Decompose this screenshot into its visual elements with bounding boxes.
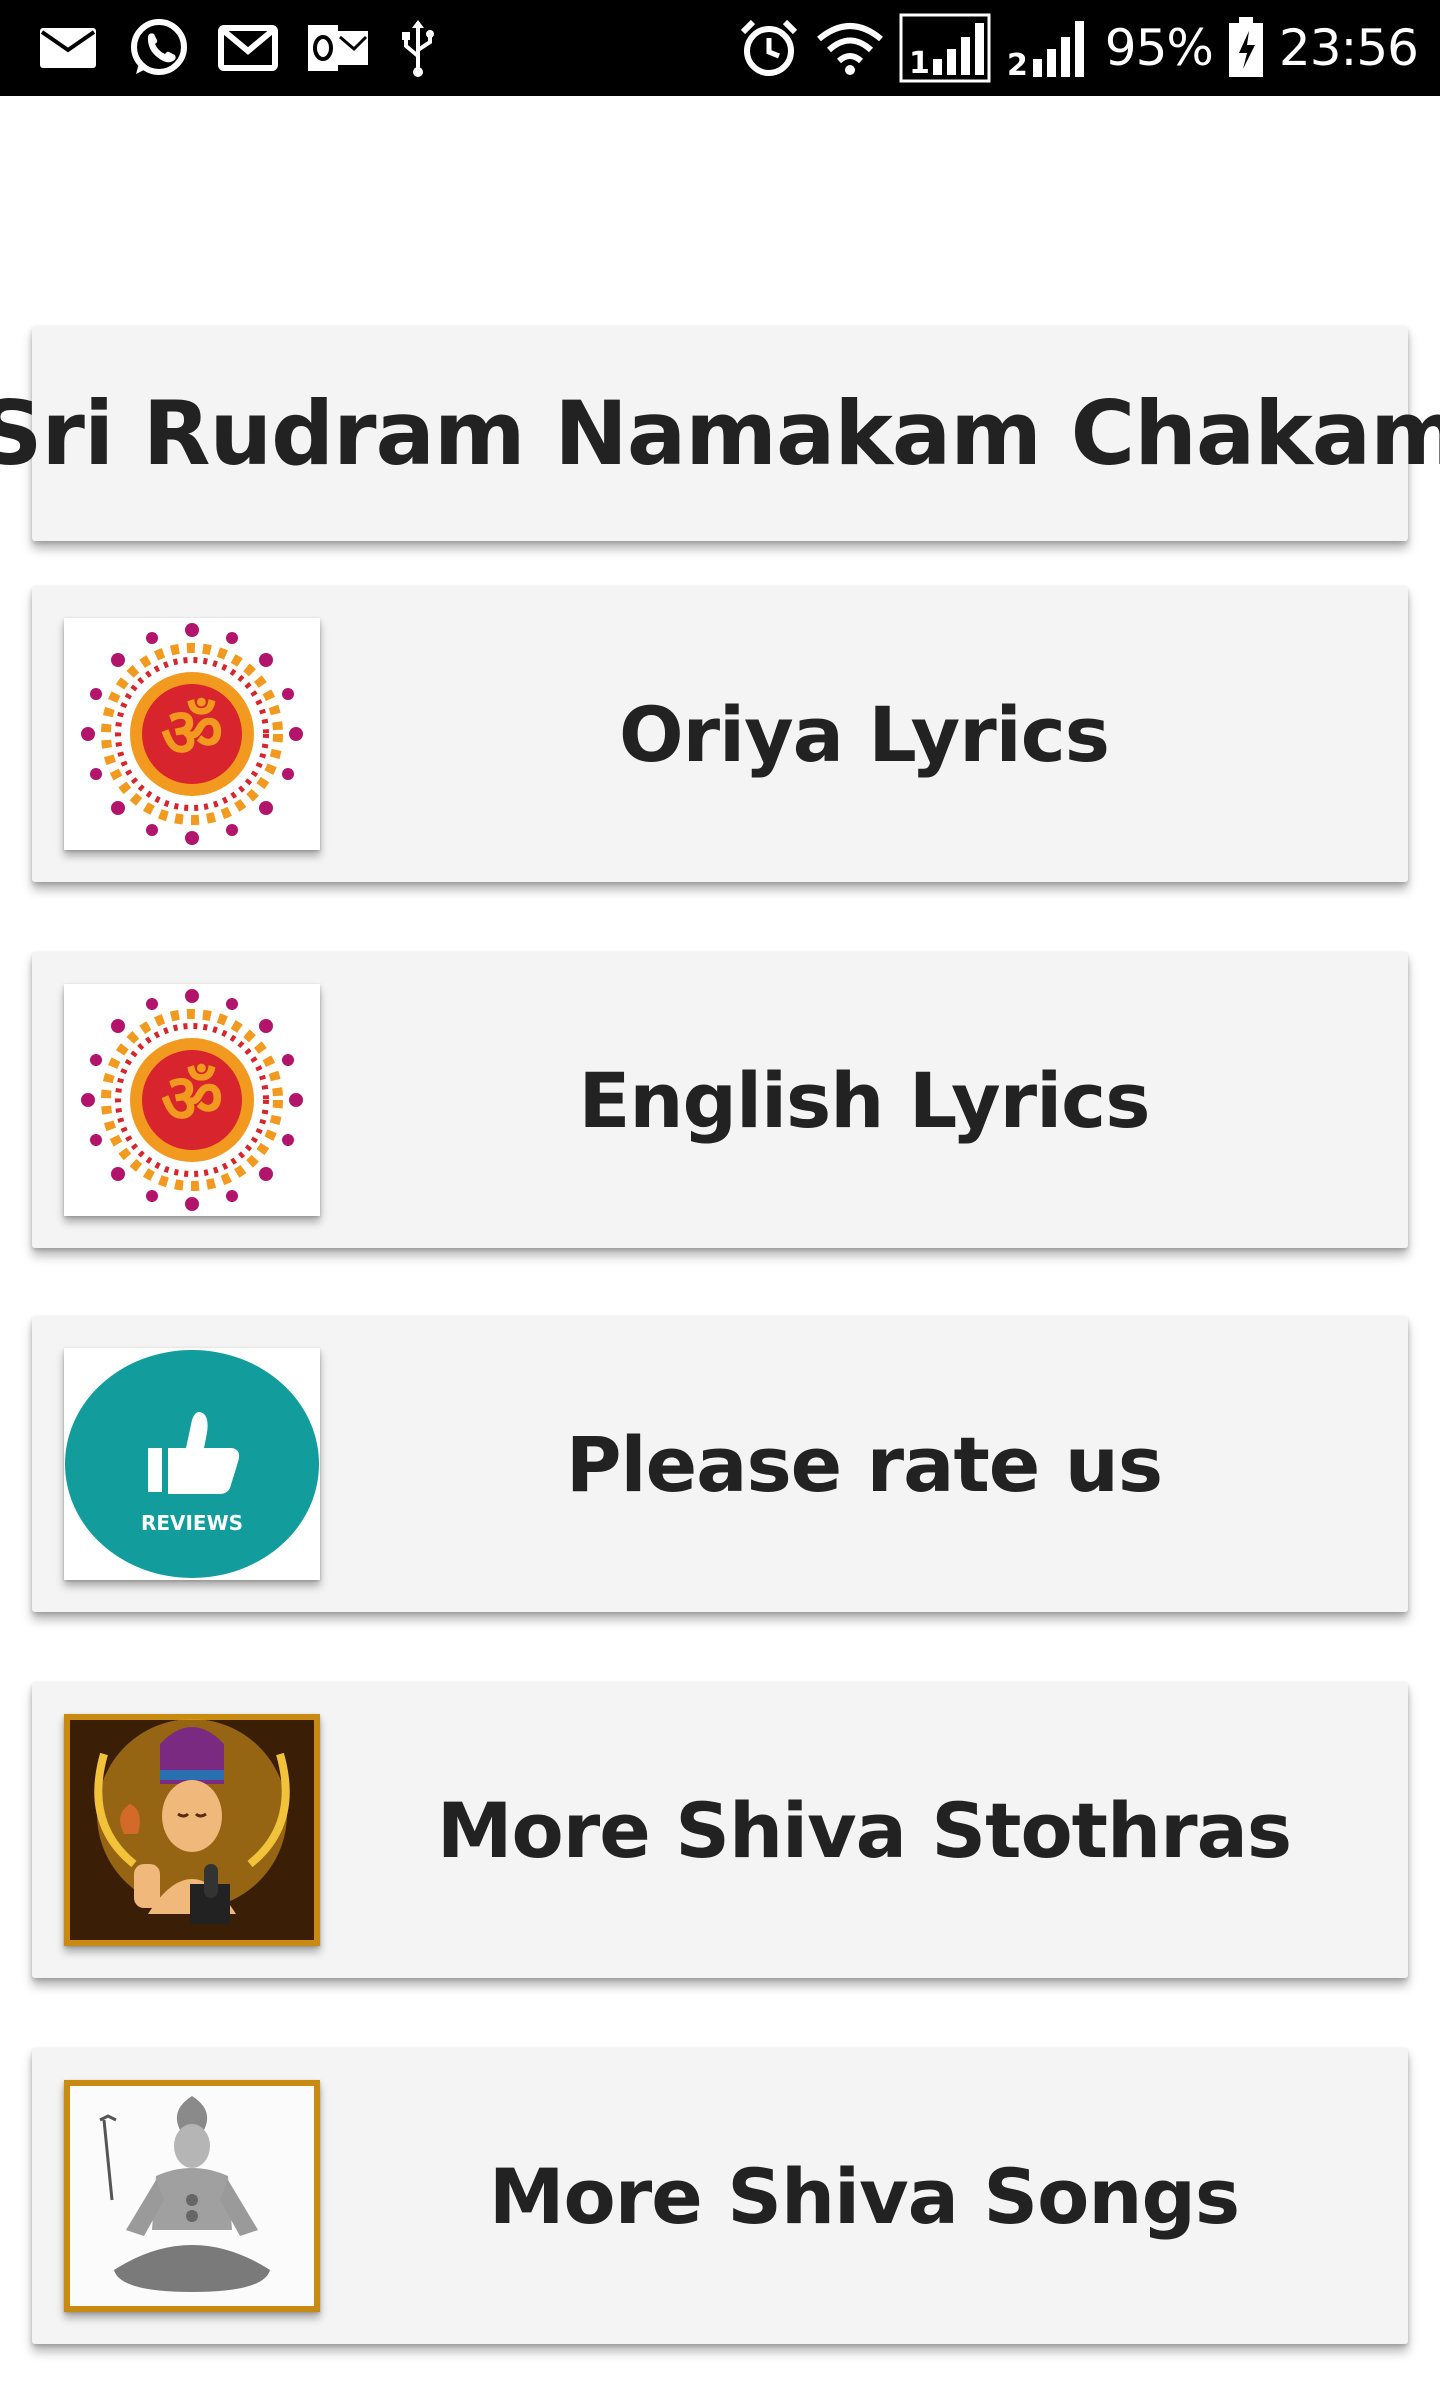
outlook-icon [306,23,370,73]
wifi-icon [815,21,885,75]
svg-text:2: 2 [1007,48,1028,81]
email-icon [38,26,98,70]
menu-item-rate-us[interactable]: REVIEWS Please rate us [32,1316,1408,1612]
om-mandala-icon: ॐ [64,984,320,1216]
menu-item-label: English Lyrics [578,1055,1151,1145]
status-notifications [38,16,466,80]
menu-item-more-shiva-songs[interactable]: More Shiva Songs [32,2048,1408,2344]
whatsapp-icon [126,16,190,80]
reviews-thumbs-up-icon: REVIEWS [64,1348,320,1580]
menu-item-oriya-lyrics[interactable]: ॐ Oriya Lyrics [32,586,1408,882]
alarm-icon [737,16,801,80]
menu-item-english-lyrics[interactable]: ॐ English Lyrics [32,952,1408,1248]
signal-sim1-icon: 1 [899,13,991,83]
title-card: Sri Rudram Namakam Chakam [0,326,1440,541]
status-system: 1 2 95% 23:56 [723,13,1419,83]
status-bar: 1 2 95% 23:56 [0,0,1440,96]
menu-item-label: More Shiva Songs [488,2151,1240,2241]
gmail-icon [218,25,278,71]
shiva-meditating-icon [64,2080,320,2312]
svg-text:ॐ: ॐ [161,694,223,773]
battery-percent: 95% [1104,19,1214,77]
shiva-portrait-icon [64,1714,320,1946]
reviews-text: REVIEWS [141,1511,243,1535]
menu-item-more-shiva-stothras[interactable]: More Shiva Stothras [32,1682,1408,1978]
usb-icon [398,18,438,78]
signal-sim2-icon: 2 [1005,15,1091,81]
menu-item-label: Please rate us [565,1419,1163,1509]
menu-item-label: Oriya Lyrics [618,689,1110,779]
svg-text:1: 1 [909,46,930,81]
menu-item-label: More Shiva Stothras [436,1785,1292,1875]
svg-text:ॐ: ॐ [161,1060,223,1139]
clock: 23:56 [1278,19,1419,77]
page-title: Sri Rudram Namakam Chakam [0,382,1440,485]
om-mandala-icon: ॐ [64,618,320,850]
battery-charging-icon [1227,17,1265,79]
